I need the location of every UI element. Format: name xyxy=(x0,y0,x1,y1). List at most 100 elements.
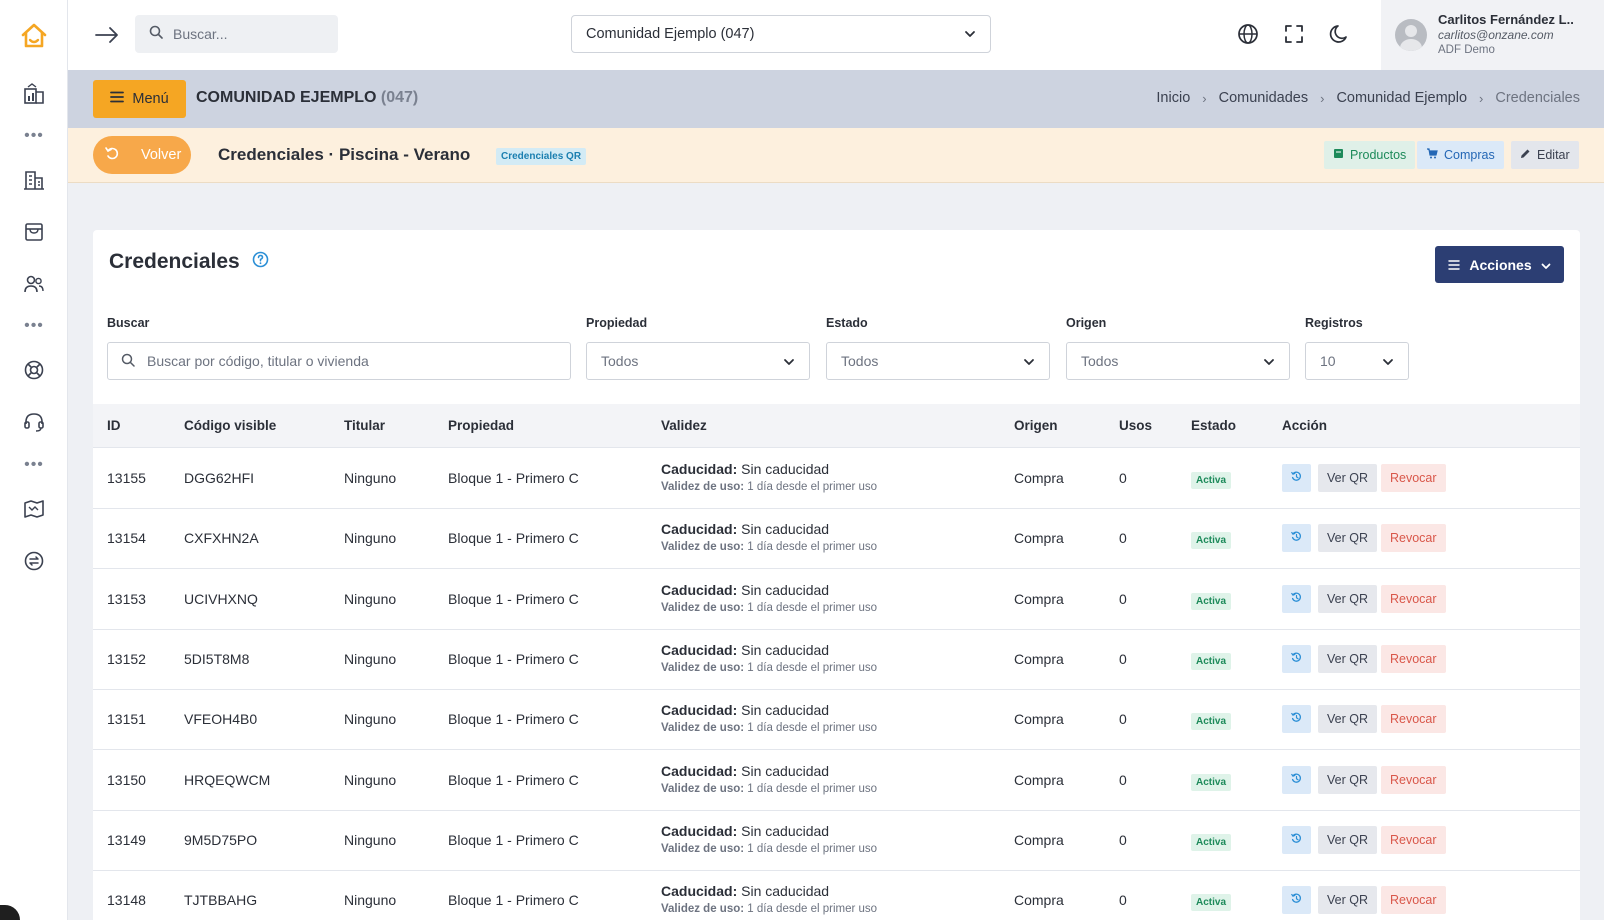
revoke-button[interactable]: Revocar xyxy=(1381,705,1446,734)
validez-uso-value: 1 día desde el primer uso xyxy=(747,481,878,493)
view-qr-button[interactable]: Ver QR xyxy=(1318,524,1377,553)
history-icon xyxy=(1291,771,1302,789)
view-qr-button[interactable]: Ver QR xyxy=(1318,765,1377,794)
validez-uso-value: 1 día desde el primer uso xyxy=(747,842,878,855)
col-usos[interactable]: Usos xyxy=(1119,418,1152,433)
fullscreen-icon[interactable] xyxy=(1282,22,1306,46)
cell-validez-uso: Validez de uso: 1 día desde el primer us… xyxy=(661,843,877,855)
revoke-button[interactable]: Revocar xyxy=(1381,584,1446,613)
headset-icon[interactable] xyxy=(20,408,48,436)
revoke-button[interactable]: Revocar xyxy=(1381,464,1446,492)
col-codigo[interactable]: Código visible xyxy=(184,418,276,433)
editar-button[interactable]: Editar xyxy=(1511,141,1579,169)
revoke-button[interactable]: Revocar xyxy=(1381,765,1446,794)
compras-button[interactable]: Compras xyxy=(1417,141,1504,169)
col-titular[interactable]: Titular xyxy=(344,418,385,433)
propiedad-select[interactable]: Todos xyxy=(586,342,810,380)
history-button[interactable] xyxy=(1282,644,1311,673)
global-search[interactable] xyxy=(135,15,338,53)
col-estado[interactable]: Estado xyxy=(1191,418,1236,433)
page-title: Credenciales · Piscina - Verano xyxy=(218,145,471,164)
revoke-button[interactable]: Revocar xyxy=(1381,825,1446,854)
history-button[interactable] xyxy=(1282,705,1311,734)
community-title: COMUNIDAD EJEMPLO (047) xyxy=(196,89,418,107)
global-search-input[interactable] xyxy=(173,26,323,42)
view-qr-button[interactable]: Ver QR xyxy=(1318,584,1377,613)
col-propiedad[interactable]: Propiedad xyxy=(448,418,514,433)
validez-uso-label: Validez de uso: xyxy=(661,601,745,614)
user-email: carlitos@onzane.com xyxy=(1438,28,1554,43)
origen-select[interactable]: Todos xyxy=(1066,342,1290,380)
community-bar: Menú COMUNIDAD EJEMPLO (047) Inicio › Co… xyxy=(68,70,1604,128)
more-dots-icon[interactable]: ••• xyxy=(20,457,48,473)
back-button-label: Volver xyxy=(141,147,182,163)
estado-select[interactable]: Todos xyxy=(826,342,1050,380)
revoke-button[interactable]: Revocar xyxy=(1381,886,1446,915)
history-button[interactable] xyxy=(1282,464,1311,492)
dark-mode-moon-icon[interactable] xyxy=(1328,22,1352,46)
view-qr-button[interactable]: Ver QR xyxy=(1318,644,1377,673)
breadcrumb-comunidad[interactable]: Comunidad Ejemplo xyxy=(1336,90,1467,106)
productos-button[interactable]: Productos xyxy=(1324,141,1416,169)
search-filter[interactable] xyxy=(107,342,571,380)
cell-propiedad: Bloque 1 - Primero C xyxy=(448,530,579,547)
more-dots-icon[interactable]: ••• xyxy=(20,128,48,144)
history-button[interactable] xyxy=(1282,825,1311,854)
help-icon[interactable] xyxy=(252,250,269,274)
breadcrumb-inicio[interactable]: Inicio xyxy=(1156,90,1190,106)
history-button[interactable] xyxy=(1282,584,1311,613)
validez-uso-label: Validez de uso: xyxy=(661,782,745,795)
community-select[interactable]: Comunidad Ejemplo (047) xyxy=(571,15,991,53)
back-button[interactable]: Volver xyxy=(93,136,191,174)
menu-button[interactable]: Menú xyxy=(93,80,186,118)
avatar xyxy=(1395,19,1427,51)
cell-caducidad: Caducidad: Sin caducidad xyxy=(661,763,829,779)
globe-icon[interactable] xyxy=(1236,22,1260,46)
registros-select[interactable]: 10 xyxy=(1305,342,1409,380)
toggle-sidebar-arrow-icon[interactable] xyxy=(92,20,122,50)
cell-codigo: TJTBBAHG xyxy=(184,892,258,909)
more-dots-icon[interactable]: ••• xyxy=(20,318,48,334)
search-filter-input[interactable] xyxy=(147,353,547,369)
building-stats-icon[interactable] xyxy=(20,80,48,108)
acciones-button-label: Acciones xyxy=(1469,256,1532,273)
user-menu[interactable]: Carlitos Fernández L.. carlitos@onzane.c… xyxy=(1381,0,1604,70)
validez-uso-label: Validez de uso: xyxy=(661,903,745,916)
acciones-button[interactable]: Acciones xyxy=(1435,246,1564,283)
caducidad-value: Sin caducidad xyxy=(741,762,830,779)
support-ring-icon[interactable] xyxy=(20,356,48,384)
cell-origen: Compra xyxy=(1014,771,1064,788)
breadcrumb-comunidades[interactable]: Comunidades xyxy=(1219,90,1308,106)
cell-origen: Compra xyxy=(1014,590,1064,607)
pencil-icon xyxy=(1520,148,1531,162)
view-qr-button[interactable]: Ver QR xyxy=(1318,705,1377,734)
view-qr-button[interactable]: Ver QR xyxy=(1318,464,1377,492)
revoke-button[interactable]: Revocar xyxy=(1381,644,1446,673)
history-button[interactable] xyxy=(1282,886,1311,915)
users-icon[interactable] xyxy=(20,270,48,298)
store-icon[interactable] xyxy=(20,218,48,246)
cell-id: 13151 xyxy=(107,711,146,728)
validez-uso-label: Validez de uso: xyxy=(661,842,745,855)
map-icon[interactable] xyxy=(20,495,48,523)
undo-icon xyxy=(105,146,119,164)
cell-validez-uso: Validez de uso: 1 día desde el primer us… xyxy=(661,662,877,674)
cell-id: 13155 xyxy=(107,470,146,486)
buildings-icon[interactable] xyxy=(20,166,48,194)
view-qr-button[interactable]: Ver QR xyxy=(1318,886,1377,915)
col-id[interactable]: ID xyxy=(107,418,121,433)
community-code: (047) xyxy=(380,89,419,106)
col-origen[interactable]: Origen xyxy=(1014,418,1058,433)
col-validez[interactable]: Validez xyxy=(661,418,707,433)
revoke-button[interactable]: Revocar xyxy=(1381,524,1446,553)
menu-button-label: Menú xyxy=(132,91,169,107)
view-qr-button[interactable]: Ver QR xyxy=(1318,825,1377,854)
history-button[interactable] xyxy=(1282,765,1311,794)
exchange-icon[interactable] xyxy=(20,547,48,575)
chevron-down-icon xyxy=(1541,257,1551,273)
cart-icon xyxy=(1426,148,1438,162)
history-button[interactable] xyxy=(1282,524,1311,553)
cell-origen: Compra xyxy=(1014,892,1064,909)
home-icon[interactable] xyxy=(18,20,50,52)
community-name: COMUNIDAD EJEMPLO xyxy=(196,89,377,106)
